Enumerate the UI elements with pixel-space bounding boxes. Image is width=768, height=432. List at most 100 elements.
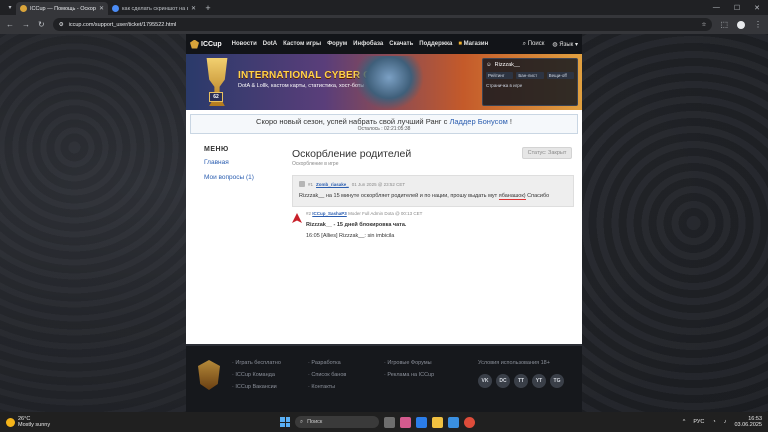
- clock[interactable]: 16:53 03.06.2025: [734, 416, 762, 428]
- back-icon[interactable]: ←: [6, 20, 14, 29]
- nav-forum[interactable]: Форум: [327, 41, 347, 47]
- maximize-icon[interactable]: ☐: [734, 4, 740, 12]
- tab-iccup[interactable]: ICCup — Помощь - Оскорблен ✕: [16, 2, 108, 15]
- message-date: 01 Jun 2025 @ 23:52 CET: [351, 181, 406, 187]
- footer-link-forums[interactable]: Игровые Форумы: [384, 360, 434, 366]
- language-selector[interactable]: ◍ Язык ▾: [552, 41, 578, 48]
- ladder-bonus-link[interactable]: Ладдер Бонусом: [449, 117, 507, 126]
- footer-link-team[interactable]: ICCup Команда: [232, 372, 281, 378]
- site-search[interactable]: ⌕ Поиск: [523, 41, 545, 48]
- network-icon[interactable]: ◔: [712, 419, 715, 425]
- ticket-reply: #2 ICCup_SashaP3 Moder Full Admin Dota @…: [292, 211, 574, 239]
- footer-terms[interactable]: Условия использования 18+: [478, 360, 564, 366]
- new-tab-button[interactable]: +: [202, 2, 214, 14]
- notice-countdown: Осталось : 02:21:05:38: [357, 126, 411, 132]
- footer-link-play-free[interactable]: Играть бесплатно: [232, 360, 281, 366]
- sidebar-link-my-questions[interactable]: Мои вопросы (1): [204, 174, 284, 181]
- author-avatar: [299, 181, 305, 187]
- user-avatar-icon: ☺: [486, 62, 492, 68]
- iccup-logo-icon: [190, 39, 199, 49]
- address-bar[interactable]: ⚙ iccup.com/support_user/ticket/1795522.…: [52, 18, 713, 31]
- close-tab-icon[interactable]: ✕: [99, 5, 104, 12]
- footer-logo-icon: [198, 360, 220, 390]
- telegram-icon[interactable]: TG: [550, 374, 564, 388]
- footer-link-dev[interactable]: Разработка: [308, 360, 346, 366]
- reload-icon[interactable]: ↻: [38, 20, 45, 29]
- user-banlist[interactable]: Бан-лист: [516, 72, 544, 79]
- nav-dota[interactable]: DotA: [263, 41, 277, 47]
- message-text-before: Rizzzak__ на 15 минуте оскорбляет родите…: [299, 193, 499, 199]
- browser-tabstrip: ▾ ICCup — Помощь - Оскорблен ✕ как сдела…: [0, 0, 768, 15]
- minimize-icon[interactable]: —: [713, 4, 720, 12]
- message-author[interactable]: Zomb_riasake_: [316, 182, 349, 187]
- iccup-favicon-icon: [20, 5, 27, 12]
- url-text[interactable]: iccup.com/support_user/ticket/1795522.ht…: [69, 22, 697, 28]
- app-icon[interactable]: [400, 416, 411, 428]
- username[interactable]: Rizzzak__: [495, 62, 520, 68]
- vk-icon[interactable]: VK: [478, 374, 492, 388]
- tiktok-icon[interactable]: TT: [514, 374, 528, 388]
- site-navbar: ICCup Новости DotA Кастом игры Форум Инф…: [186, 34, 582, 54]
- user-items[interactable]: Вещи-off: [546, 72, 574, 79]
- chrome-icon[interactable]: [464, 416, 475, 428]
- forward-icon[interactable]: →: [22, 20, 30, 29]
- sidebar-link-home[interactable]: Главная: [204, 159, 284, 166]
- nav-custom[interactable]: Кастом игры: [283, 41, 321, 47]
- windows-start-icon[interactable]: [280, 417, 290, 427]
- search-icon: ⌕: [522, 40, 527, 47]
- tab-search-icon[interactable]: ▾: [4, 2, 16, 14]
- menu-icon[interactable]: ⋮: [754, 20, 762, 29]
- close-window-icon[interactable]: ✕: [754, 4, 760, 12]
- tab-screenshot-search[interactable]: как сделать скриншот на вин ✕: [108, 2, 200, 15]
- message-text: Rizzzak__ на 15 минуте оскорбляет родите…: [299, 193, 567, 200]
- reply-author[interactable]: ICCup_SashaP3: [312, 211, 347, 216]
- profile-avatar[interactable]: [737, 20, 745, 29]
- nav-download[interactable]: Скачать: [389, 41, 413, 47]
- task-view-icon[interactable]: [384, 416, 395, 428]
- weather-widget[interactable]: 26°C Mostly sunny: [0, 416, 120, 428]
- banner-art: [354, 56, 424, 110]
- site-info-icon[interactable]: ⚙: [59, 22, 64, 28]
- discord-icon[interactable]: DC: [496, 374, 510, 388]
- footer-col-3: Игровые Форумы Реклама на ICCup: [384, 360, 434, 384]
- reply-verdict: Rizzzak__ - 15 дней блокировка чата.: [306, 222, 407, 228]
- footer-link-contacts[interactable]: Контакты: [308, 384, 346, 390]
- ticket-status-button[interactable]: Статус: Закрыт: [522, 147, 572, 159]
- extensions-icon[interactable]: ⬚: [720, 20, 728, 29]
- reply-evidence: 16:05 [Allies] Rizzzak__: sin imbicila: [306, 233, 395, 239]
- nav-shop[interactable]: ■ Магазин: [458, 41, 488, 47]
- volume-icon[interactable]: ♪: [724, 419, 727, 425]
- store-icon[interactable]: [448, 416, 459, 428]
- file-explorer-icon[interactable]: [432, 416, 443, 428]
- edge-icon[interactable]: [416, 416, 427, 428]
- user-ingame-page[interactable]: Страничка в игре: [486, 83, 574, 88]
- system-tray: ^ РУС ◔ ♪ 16:53 03.06.2025: [683, 416, 762, 428]
- taskbar-search-label: Поиск: [307, 419, 323, 425]
- footer-link-bans[interactable]: Список банов: [308, 372, 346, 378]
- moderator-avatar-icon: [292, 213, 302, 223]
- reply-role-date: Moder Full Admin Dota @ 00:13 CET: [348, 211, 423, 216]
- footer-link-jobs[interactable]: ICCup Вакансии: [232, 384, 281, 390]
- message-text-after: Спасибо: [525, 193, 550, 199]
- header-banner: 62 INTERNATIONAL CYBER CUP DotA & Lollk,…: [186, 54, 582, 110]
- window-controls: — ☐ ✕: [713, 4, 768, 12]
- iccup-logo[interactable]: ICCup: [190, 39, 222, 49]
- input-language[interactable]: РУС: [693, 419, 704, 425]
- footer-col-1: Играть бесплатно ICCup Команда ICCup Вак…: [232, 360, 281, 396]
- tray-chevron-icon[interactable]: ^: [683, 419, 686, 425]
- reply-number: #2: [306, 211, 312, 216]
- bookmark-star-icon[interactable]: ☆: [702, 22, 707, 28]
- close-tab-icon[interactable]: ✕: [191, 5, 196, 12]
- globe-icon: ◍: [552, 41, 558, 48]
- logo-text: ICCup: [201, 40, 222, 48]
- nav-support[interactable]: Поддержка: [419, 41, 452, 47]
- taskbar-search[interactable]: ⌕ Поиск: [295, 416, 379, 428]
- youtube-icon[interactable]: YT: [532, 374, 546, 388]
- windows-taskbar: 26°C Mostly sunny ⌕ Поиск ^ РУС ◔ ♪ 16:5…: [0, 412, 768, 432]
- notice-text-after: !: [507, 117, 512, 126]
- main-nav: Новости DotA Кастом игры Форум Инфобаза …: [232, 41, 489, 47]
- nav-infobase[interactable]: Инфобаза: [353, 41, 383, 47]
- user-rating[interactable]: Рейтинг: [486, 72, 514, 79]
- footer-link-ads[interactable]: Реклама на ICCup: [384, 372, 434, 378]
- nav-news[interactable]: Новости: [232, 41, 257, 47]
